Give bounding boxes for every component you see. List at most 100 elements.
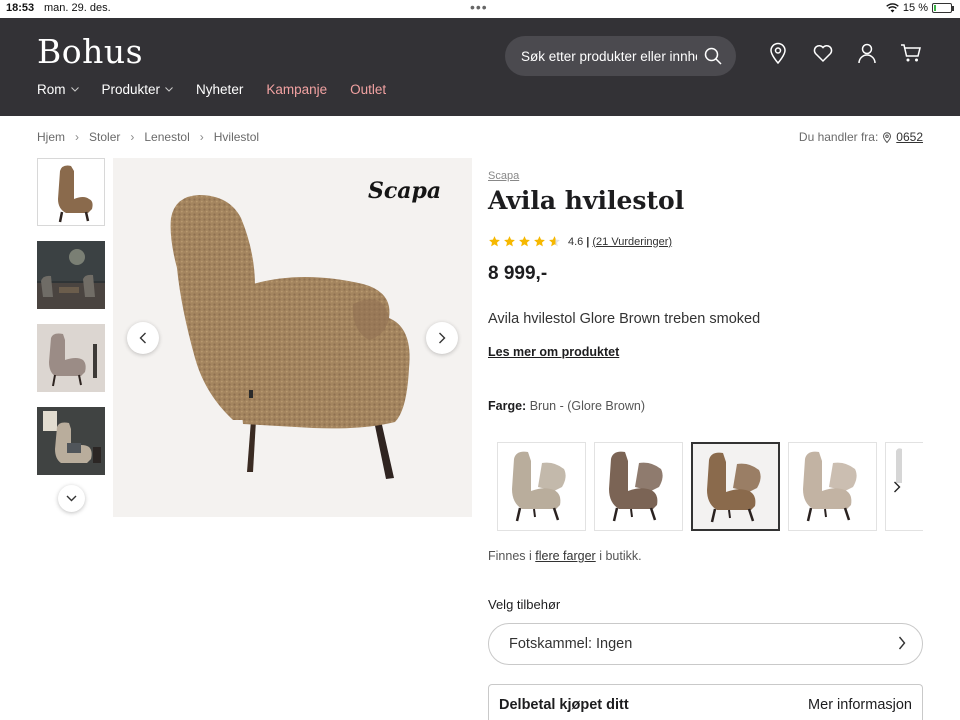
product-short-description: Avila hvilestol Glore Brown treben smoke… <box>488 311 761 327</box>
thumbnails-scroll-down-button[interactable] <box>58 485 85 512</box>
cart-icon[interactable] <box>900 42 922 64</box>
thumbnail-3[interactable] <box>37 324 105 392</box>
nav-label: Produkter <box>101 82 161 97</box>
bohus-logo[interactable]: Bohus <box>37 32 143 71</box>
wifi-icon <box>886 3 899 13</box>
chair-room-thumbnail-image <box>37 407 105 475</box>
rating-value: 4.6 <box>568 235 584 248</box>
chair-swatch-image <box>512 451 566 522</box>
star-icon <box>489 236 500 247</box>
status-date: man. 29. des. <box>44 2 111 14</box>
star-icon <box>519 236 530 247</box>
chair-thumbnail-image <box>58 165 93 223</box>
multitasking-dots-icon[interactable]: ••• <box>470 0 488 14</box>
chevron-down-icon <box>165 87 173 92</box>
star-icon <box>549 236 560 247</box>
chevron-left-icon <box>139 332 146 344</box>
chair-swatch-image <box>609 451 663 522</box>
chair-room-thumbnail-image <box>37 324 105 392</box>
brand-link[interactable]: Scapa <box>488 170 923 182</box>
installment-panel[interactable]: Delbetal kjøpet ditt Mer informasjon <box>488 684 923 720</box>
breadcrumb-item[interactable]: Lenestol <box>144 130 189 144</box>
battery-icon <box>932 3 954 13</box>
nav-item-produkter[interactable]: Produkter <box>102 82 174 97</box>
status-bar: 18:53 man. 29. des. ••• 15 % <box>0 0 960 18</box>
thumbnail-4[interactable] <box>37 407 105 475</box>
chevron-down-icon <box>66 495 77 502</box>
main-nav: Rom Produkter Nyheter Kampanje Outlet <box>37 82 386 97</box>
search-icon[interactable] <box>704 47 722 65</box>
color-label: Farge: <box>488 399 527 413</box>
heart-icon[interactable] <box>812 42 834 64</box>
battery-percent: 15 % <box>902 2 928 14</box>
location-pin-icon <box>883 131 892 143</box>
chevron-right-icon <box>439 332 446 344</box>
thumbnail-2[interactable] <box>37 241 105 309</box>
product-price: 8 999,- <box>488 263 548 284</box>
rating-divider: | <box>586 235 590 248</box>
reviews-link[interactable]: (21 Vurderinger) <box>592 236 672 248</box>
read-more-link[interactable]: Les mer om produktet <box>488 345 619 359</box>
breadcrumb-item[interactable]: Hjem <box>37 130 65 144</box>
star-rating <box>488 235 561 248</box>
accessory-select[interactable]: Fotskammel: Ingen <box>488 623 923 665</box>
installment-label: Delbetal kjøpet ditt <box>499 697 629 713</box>
color-swatch[interactable] <box>497 442 586 531</box>
nav-item-outlet[interactable]: Outlet <box>350 82 386 97</box>
store-label: Du handler fra: <box>798 130 879 144</box>
breadcrumb-separator-icon: › <box>130 130 135 144</box>
product-details: Scapa Avila hvilestol 4.6 | (21 Vurderin… <box>488 170 923 720</box>
more-colors-link[interactable]: flere farger <box>535 549 595 563</box>
armchair-image <box>170 195 410 479</box>
product-main-image[interactable]: Scapa <box>113 158 472 517</box>
breadcrumb-separator-icon: › <box>199 130 204 144</box>
gallery-next-button[interactable] <box>426 322 458 354</box>
chevron-down-icon <box>70 87 79 92</box>
color-swatch[interactable] <box>788 442 877 531</box>
color-row: Farge: Brun - (Glore Brown) <box>488 399 923 413</box>
breadcrumb-item[interactable]: Stoler <box>89 130 120 144</box>
store-code-link[interactable]: 0652 <box>896 130 923 144</box>
breadcrumb-separator-icon: › <box>75 130 80 144</box>
location-pin-icon[interactable] <box>768 42 790 64</box>
color-swatch[interactable] <box>594 442 683 531</box>
product-title: Avila hvilestol <box>488 186 685 215</box>
chair-swatch-image <box>896 448 902 483</box>
color-swatches <box>497 442 923 531</box>
search-bar[interactable] <box>505 36 736 76</box>
nav-label: Rom <box>37 82 66 97</box>
scapa-brand-watermark: Scapa <box>368 178 442 204</box>
site-header: Bohus Rom Produkter Nyheter Kampanje Out… <box>0 18 960 116</box>
star-icon <box>534 236 545 247</box>
chair-swatch-image <box>707 452 761 523</box>
nav-item-nyheter[interactable]: Nyheter <box>196 82 243 97</box>
store-selector: Du handler fra: 0652 <box>799 130 923 144</box>
room-thumbnail-image <box>37 241 105 309</box>
swatches-next-button[interactable] <box>893 480 901 498</box>
gallery-prev-button[interactable] <box>127 322 159 354</box>
status-right: 15 % <box>886 2 954 14</box>
color-swatch-partial[interactable] <box>885 442 923 531</box>
accessory-select-value: Fotskammel: Ingen <box>509 636 633 652</box>
rating-row: 4.6 | (21 Vurderinger) <box>488 235 923 248</box>
color-swatch[interactable] <box>691 442 780 531</box>
status-time: 18:53 <box>6 2 35 14</box>
breadcrumb-item[interactable]: Hvilestol <box>214 130 259 144</box>
availability-prefix: Finnes i <box>488 549 532 563</box>
chevron-right-icon <box>894 481 901 493</box>
header-icons <box>768 42 922 64</box>
search-input[interactable] <box>521 48 697 64</box>
nav-item-kampanje[interactable]: Kampanje <box>266 82 327 97</box>
accessory-label: Velg tilbehør <box>488 597 561 612</box>
availability-suffix: i butikk. <box>599 549 642 563</box>
breadcrumb: Hjem › Stoler › Lenestol › Hvilestol <box>37 130 259 144</box>
nav-item-rom[interactable]: Rom <box>37 82 79 97</box>
user-icon[interactable] <box>856 42 878 64</box>
thumbnail-strip <box>37 158 107 512</box>
thumbnail-1[interactable] <box>37 158 105 226</box>
chevron-right-icon <box>898 636 906 650</box>
color-value: Brun - (Glore Brown) <box>529 399 645 413</box>
installment-info-link[interactable]: Mer informasjon <box>808 697 912 713</box>
star-icon <box>504 236 515 247</box>
availability-note: Finnes i flere farger i butikk. <box>488 549 642 563</box>
